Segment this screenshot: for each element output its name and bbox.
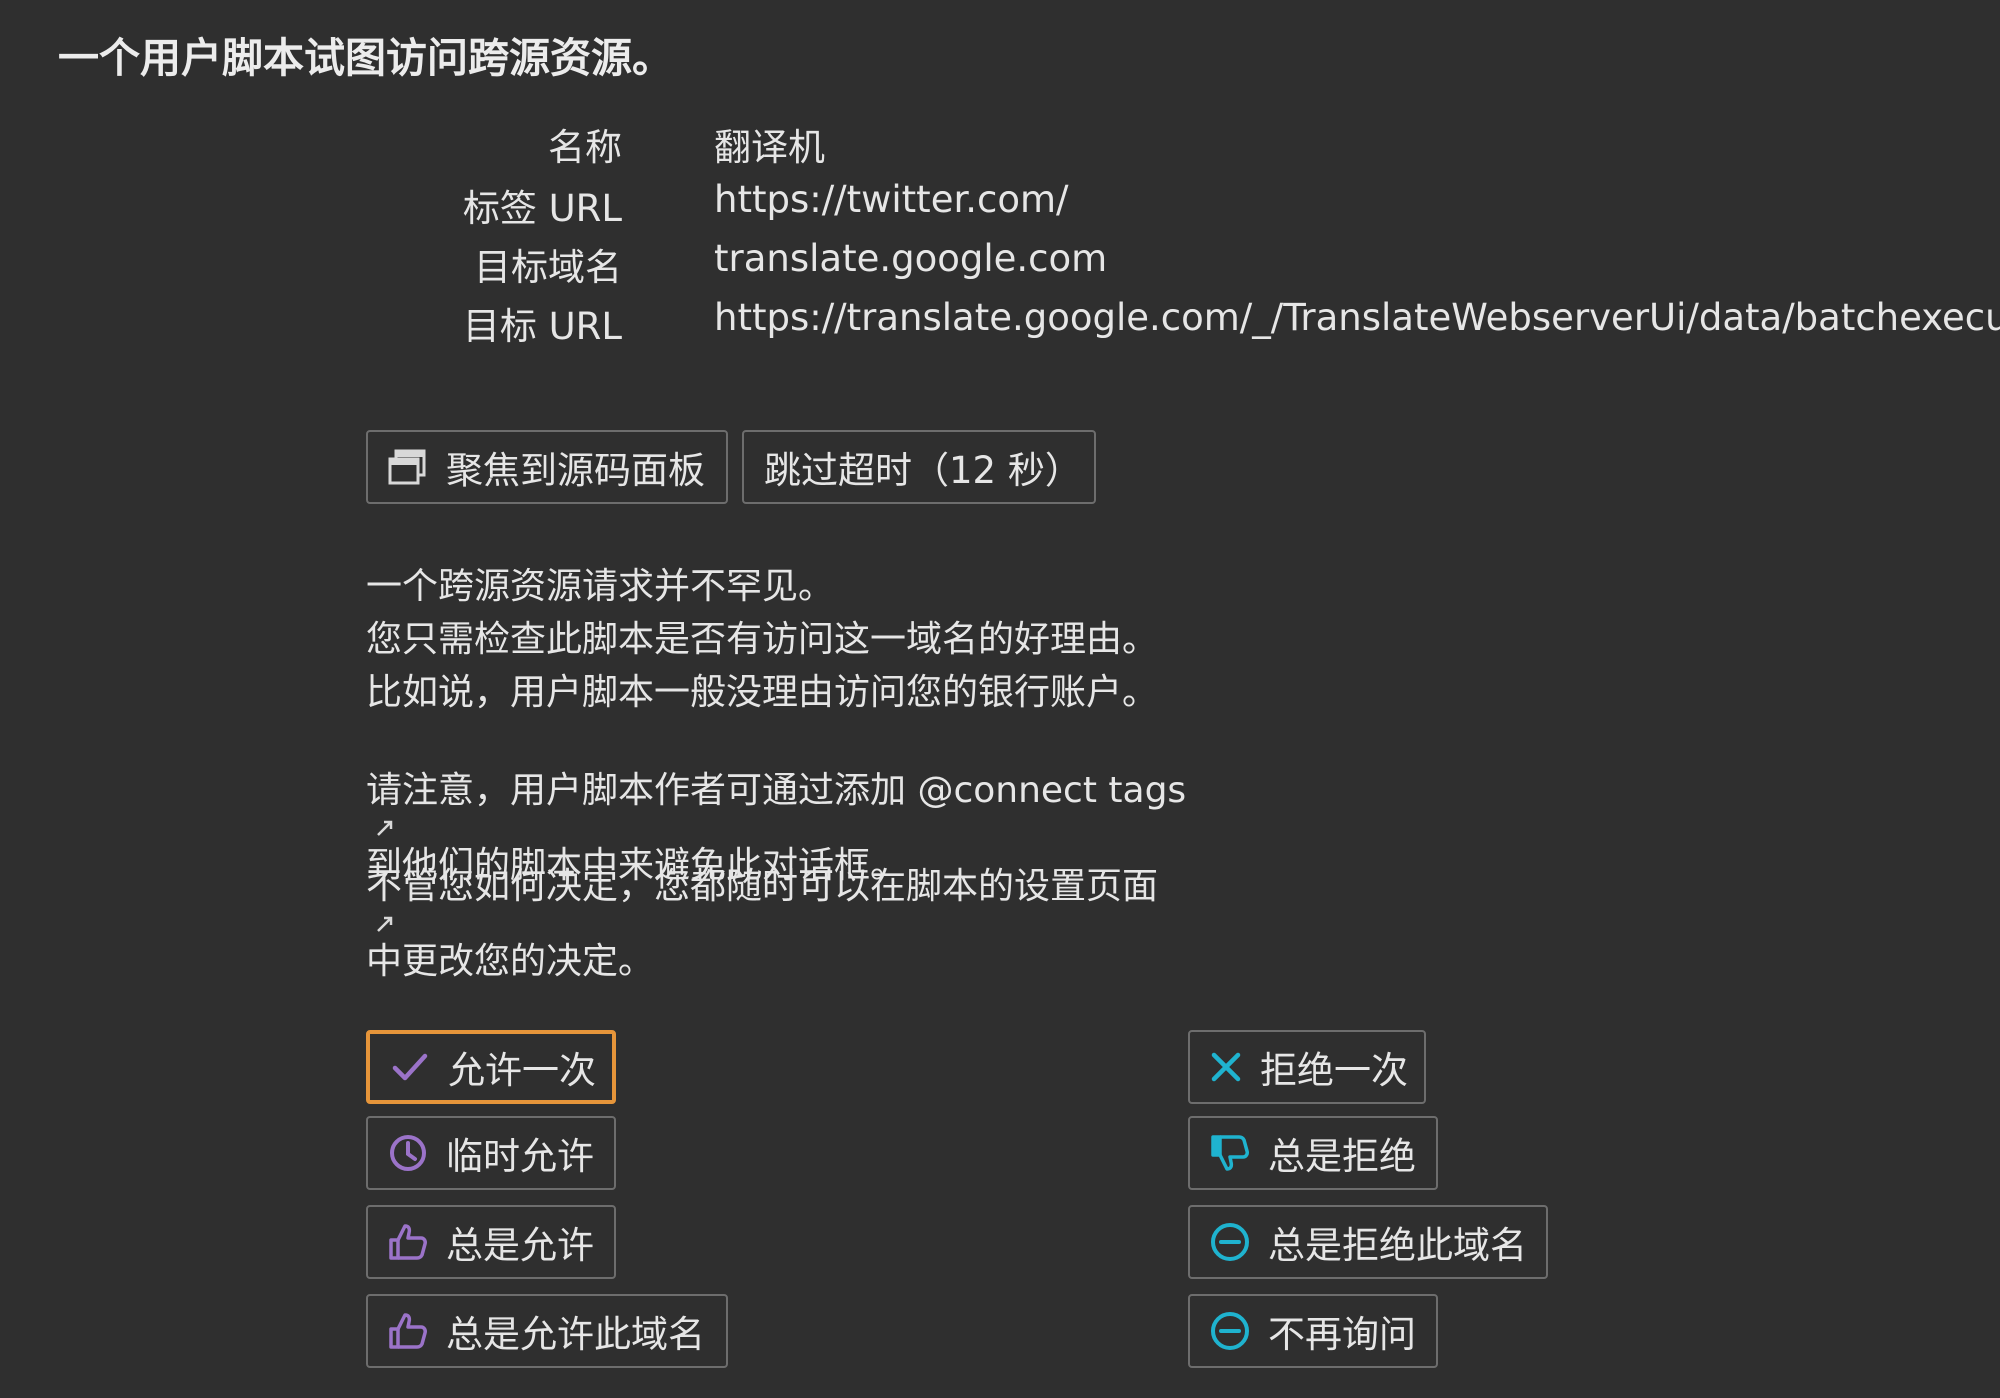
deny-once-button[interactable]: 拒绝一次 [1188, 1030, 1426, 1104]
tab-url-value: https://twitter.com/ [714, 178, 1069, 221]
allow-once-button[interactable]: 允许一次 [366, 1030, 616, 1104]
thumbs-down-icon [1208, 1131, 1252, 1175]
dialog-title: 一个用户脚本试图访问跨源资源。 [58, 34, 673, 82]
minus-circle-icon [1208, 1220, 1252, 1264]
always-deny-domain-label: 总是拒绝此域名 [1268, 1224, 1527, 1267]
settings-page-link[interactable]: 设置页面 [1014, 866, 1158, 907]
allow-once-label: 允许一次 [448, 1049, 596, 1092]
temp-allow-label: 临时允许 [446, 1135, 594, 1178]
external-link-icon [374, 913, 396, 935]
always-deny-label: 总是拒绝 [1268, 1135, 1416, 1178]
target-url-value: https://translate.google.com/_/Translate… [714, 296, 2000, 339]
external-link-icon [374, 817, 396, 839]
explanation-line: 比如说，用户脚本一般没理由访问您的银行账户。 [366, 672, 1159, 713]
target-url-label: 目标 URL [462, 305, 622, 348]
connect-tags-link[interactable]: @connect tags [917, 770, 1186, 811]
always-allow-domain-label: 总是允许此域名 [446, 1313, 705, 1356]
always-allow-domain-button[interactable]: 总是允许此域名 [366, 1294, 728, 1368]
explanation-line: 您只需检查此脚本是否有访问这一域名的好理由。 [366, 619, 1159, 660]
focus-source-panel-label: 聚焦到源码面板 [446, 449, 705, 492]
skip-timeout-button[interactable]: 跳过超时（12 秒） [742, 430, 1096, 504]
settings-note-prefix: 不管您如何决定，您都随时可以在脚本的 [366, 866, 1015, 907]
explanation-line: 一个跨源资源请求并不罕见。 [366, 566, 835, 607]
never-ask-button[interactable]: 不再询问 [1188, 1294, 1438, 1368]
connect-note-prefix: 请注意，用户脚本作者可通过添加 [366, 770, 918, 811]
check-icon [388, 1045, 432, 1089]
focus-source-panel-button[interactable]: 聚焦到源码面板 [366, 430, 728, 504]
close-icon [1204, 1045, 1248, 1089]
window-icon [386, 445, 430, 489]
target-domain-value: translate.google.com [714, 237, 1108, 280]
always-deny-button[interactable]: 总是拒绝 [1188, 1116, 1438, 1190]
name-label: 名称 [548, 126, 622, 169]
never-ask-label: 不再询问 [1268, 1313, 1416, 1356]
settings-note: 不管您如何决定，您都随时可以在脚本的设置页面中更改您的决定。 [366, 860, 1158, 988]
minus-circle-icon [1208, 1309, 1252, 1353]
always-allow-button[interactable]: 总是允许 [366, 1205, 616, 1279]
target-domain-label: 目标域名 [474, 246, 622, 289]
thumbs-up-icon [386, 1220, 430, 1264]
always-allow-label: 总是允许 [446, 1224, 594, 1267]
deny-once-label: 拒绝一次 [1260, 1049, 1408, 1092]
always-deny-domain-button[interactable]: 总是拒绝此域名 [1188, 1205, 1548, 1279]
thumbs-up-icon [386, 1309, 430, 1353]
clock-icon [386, 1131, 430, 1175]
settings-note-suffix: 中更改您的决定。 [366, 941, 655, 982]
temp-allow-button[interactable]: 临时允许 [366, 1116, 616, 1190]
skip-timeout-label: 跳过超时（12 秒） [764, 449, 1082, 492]
tab-url-label: 标签 URL [462, 187, 622, 230]
name-value: 翻译机 [714, 126, 825, 169]
explanation-paragraph: 一个跨源资源请求并不罕见。 您只需检查此脚本是否有访问这一域名的好理由。 比如说… [366, 560, 1158, 719]
cors-permission-dialog: 一个用户脚本试图访问跨源资源。 名称 翻译机 标签 URL https://tw… [0, 0, 2000, 1398]
